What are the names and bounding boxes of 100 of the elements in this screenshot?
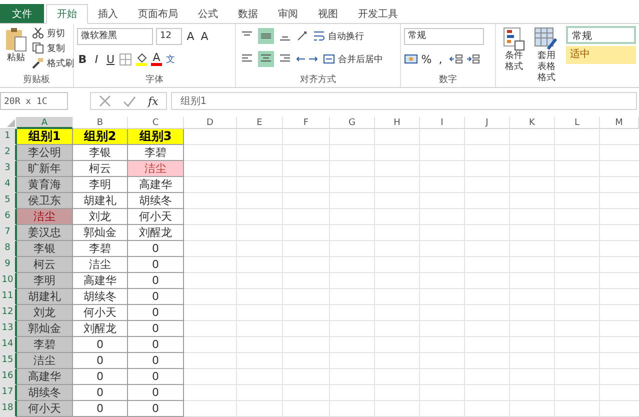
column-header[interactable]: J <box>465 116 510 129</box>
table-cell: 姜汉忠 <box>17 224 73 241</box>
comma-button[interactable]: , <box>435 52 446 66</box>
ribbon-tab[interactable]: 开发工具 <box>348 4 408 24</box>
column-header[interactable]: H <box>375 116 420 129</box>
row-header[interactable]: 14 <box>0 336 17 353</box>
cut-button[interactable]: 剪切 <box>32 26 74 40</box>
ribbon-tab[interactable]: 数据 <box>228 4 268 24</box>
row-header[interactable]: 11 <box>0 288 17 305</box>
merge-center-button[interactable]: 合并后居中 <box>323 52 383 66</box>
table-cell: 刘龙 <box>17 304 73 321</box>
table-cell: 组别1 <box>17 128 73 145</box>
name-box[interactable]: 20R x 1C <box>0 92 68 110</box>
row-header[interactable]: 18 <box>0 400 17 417</box>
table-cell: 胡续冬 <box>17 384 73 401</box>
table-cell: 李明 <box>17 272 73 289</box>
clipboard-icon <box>5 27 27 54</box>
cell-style-swatch[interactable]: 适中 <box>566 46 636 64</box>
row-header[interactable]: 8 <box>0 240 17 257</box>
row-header[interactable]: 12 <box>0 304 17 321</box>
check-icon[interactable] <box>123 96 136 107</box>
table-cell: 0 <box>128 288 184 305</box>
row-header[interactable]: 15 <box>0 352 17 369</box>
ribbon-tab[interactable]: 插入 <box>88 4 128 24</box>
table-cell: 0 <box>128 400 184 417</box>
fill-color-icon[interactable] <box>135 52 148 66</box>
row-header[interactable]: 17 <box>0 384 17 401</box>
decrease-decimal-icon[interactable] <box>466 53 480 66</box>
group-label: 对齐方式 <box>299 74 337 87</box>
currency-icon[interactable] <box>404 53 418 66</box>
copy-button[interactable]: 复制 <box>32 41 74 56</box>
wrap-icon <box>313 30 325 42</box>
row-header[interactable]: 1 <box>0 128 17 145</box>
format-painter-button[interactable]: 格式刷 <box>32 56 74 70</box>
table-cell: 高建华 <box>73 272 128 289</box>
align-icon <box>279 54 291 64</box>
scissors-icon <box>32 27 44 40</box>
column-header[interactable]: A <box>17 116 73 129</box>
italic-button[interactable]: I <box>91 52 102 66</box>
table-cell: 0 <box>73 400 128 417</box>
ribbon-tab[interactable]: 开始 <box>46 4 88 24</box>
bold-button[interactable]: B <box>77 52 88 66</box>
align-icon <box>260 31 272 42</box>
column-header[interactable]: D <box>184 116 237 129</box>
column-header[interactable]: I <box>420 116 465 129</box>
brush-icon <box>32 57 44 70</box>
percent-button[interactable]: % <box>421 52 432 66</box>
increase-decimal-icon[interactable] <box>449 53 463 66</box>
table-cell: 组别2 <box>73 128 128 145</box>
grow-font-button[interactable]: A <box>185 30 196 43</box>
column-header[interactable]: G <box>330 116 375 129</box>
group-label: 数字 <box>438 74 458 87</box>
row-header[interactable]: 5 <box>0 192 17 209</box>
underline-button[interactable]: U <box>105 52 116 66</box>
row-header[interactable]: 2 <box>0 144 17 161</box>
format-as-table-button[interactable]: 套用 表格格式 <box>532 26 561 87</box>
ribbon-tab[interactable]: 视图 <box>308 4 348 24</box>
row-header[interactable]: 10 <box>0 272 17 289</box>
ribbon-tab[interactable]: 审阅 <box>268 4 308 24</box>
ribbon-tab[interactable]: 公式 <box>188 4 228 24</box>
table-cell: 旷新年 <box>17 160 73 177</box>
number-format-dropdown[interactable]: 常规 <box>404 28 484 45</box>
horizontal-align-button[interactable] <box>258 51 274 68</box>
conditional-format-icon <box>502 27 525 52</box>
row-header[interactable]: 6 <box>0 208 17 225</box>
font-color-button[interactable]: A <box>151 52 162 66</box>
paste-button[interactable]: 粘贴 <box>3 26 29 74</box>
conditional-formatting-button[interactable]: 条件格式 <box>499 26 528 87</box>
shrink-font-button[interactable]: A <box>199 30 210 43</box>
font-family-dropdown[interactable]: 微软雅黑 <box>77 28 153 45</box>
row-header[interactable]: 9 <box>0 256 17 273</box>
column-header[interactable]: K <box>510 116 555 129</box>
row-header[interactable]: 16 <box>0 368 17 385</box>
table-cell: 胡续冬 <box>128 192 184 209</box>
row-header[interactable]: 3 <box>0 160 17 177</box>
wrap-text-button[interactable]: 自动换行 <box>313 29 364 44</box>
table-cell: 胡续冬 <box>73 288 128 305</box>
table-icon <box>534 27 558 52</box>
table-cell: 李银 <box>73 144 128 161</box>
phonetic-button[interactable]: 文 <box>165 52 176 66</box>
table-cell: 郭灿金 <box>73 224 128 241</box>
table-cell: 0 <box>73 352 128 369</box>
formula-input[interactable]: 组别1 <box>171 92 637 110</box>
table-cell: 高建华 <box>128 176 184 193</box>
table-cell: 0 <box>128 304 184 321</box>
row-header[interactable]: 7 <box>0 224 17 241</box>
ribbon-tab[interactable]: 页面布局 <box>128 4 188 24</box>
column-header[interactable]: F <box>283 116 330 129</box>
cell-style-swatch[interactable]: 常规 <box>566 26 636 44</box>
font-size-dropdown[interactable]: 12 <box>156 28 182 45</box>
row-header[interactable]: 13 <box>0 320 17 337</box>
column-header[interactable]: L <box>555 116 600 129</box>
column-header[interactable]: M <box>600 116 639 129</box>
vertical-align-button[interactable] <box>258 28 274 44</box>
row-header[interactable]: 4 <box>0 176 17 193</box>
column-header[interactable]: E <box>237 116 283 129</box>
file-tab[interactable]: 文件 <box>0 4 44 24</box>
table-cell: 李明 <box>73 176 128 193</box>
table-cell: 郭灿金 <box>17 320 73 337</box>
insert-function-button[interactable]: fx <box>148 94 158 108</box>
